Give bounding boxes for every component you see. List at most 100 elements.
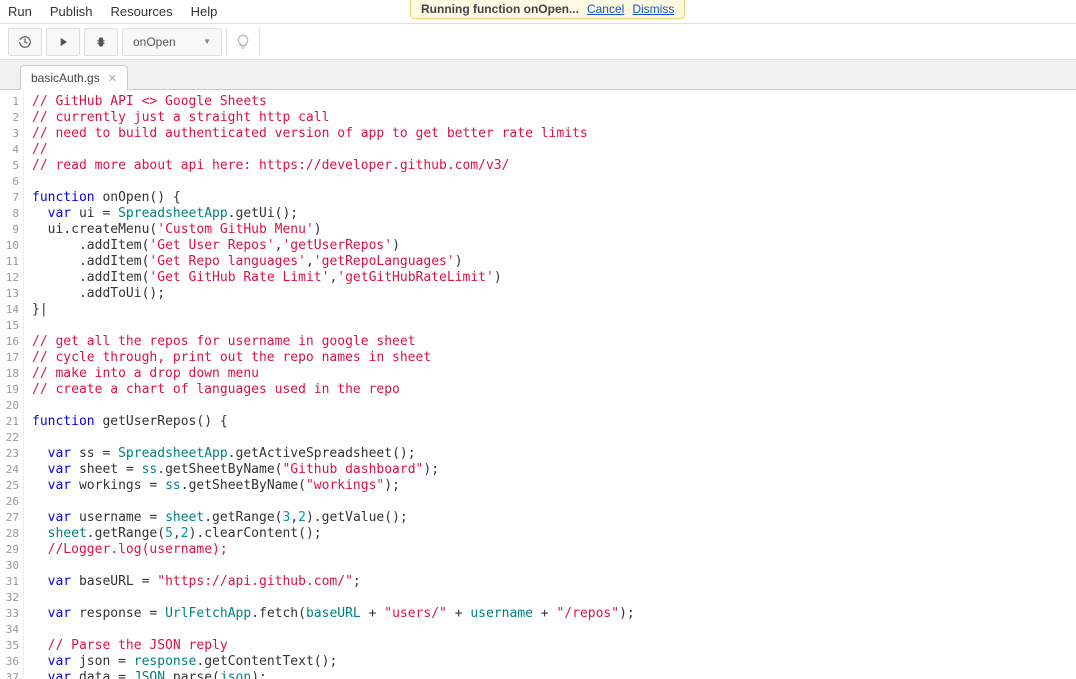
code-line[interactable]: }| [32,302,635,318]
line-number: 3 [0,126,19,142]
code-line[interactable] [32,494,635,510]
code-line[interactable]: .addToUi(); [32,286,635,302]
code-line[interactable]: // need to build authenticated version o… [32,126,635,142]
line-number: 27 [0,510,19,526]
menu-run[interactable]: Run [8,4,32,19]
code-line[interactable]: var baseURL = "https://api.github.com/"; [32,574,635,590]
play-icon [56,35,70,49]
run-button[interactable] [46,28,80,56]
code-line[interactable]: // GitHub API <> Google Sheets [32,94,635,110]
history-button[interactable] [8,28,42,56]
code-line[interactable]: var ui = SpreadsheetApp.getUi(); [32,206,635,222]
line-number: 9 [0,222,19,238]
code-area[interactable]: // GitHub API <> Google Sheets// current… [24,90,635,679]
code-line[interactable] [32,174,635,190]
line-number: 16 [0,334,19,350]
line-number: 32 [0,590,19,606]
line-number: 35 [0,638,19,654]
code-line[interactable]: var workings = ss.getSheetByName("workin… [32,478,635,494]
code-line[interactable]: // get all the repos for username in goo… [32,334,635,350]
close-icon[interactable]: ✕ [108,72,117,85]
code-line[interactable] [32,622,635,638]
editor-tabs: basicAuth.gs ✕ [0,60,1076,90]
menu-resources[interactable]: Resources [111,4,173,19]
line-number: 33 [0,606,19,622]
line-number: 7 [0,190,19,206]
line-number: 31 [0,574,19,590]
code-line[interactable]: function onOpen() { [32,190,635,206]
line-number: 19 [0,382,19,398]
line-number: 23 [0,446,19,462]
toolbar: onOpen ▼ [0,24,1076,60]
code-line[interactable]: // cycle through, print out the repo nam… [32,350,635,366]
debug-button[interactable] [84,28,118,56]
line-number: 30 [0,558,19,574]
line-number: 25 [0,478,19,494]
code-line[interactable] [32,398,635,414]
line-number: 10 [0,238,19,254]
line-number: 8 [0,206,19,222]
line-number: 34 [0,622,19,638]
line-number: 15 [0,318,19,334]
hints-button[interactable] [226,28,260,56]
menu-publish[interactable]: Publish [50,4,93,19]
chevron-down-icon: ▼ [203,37,211,46]
code-editor[interactable]: 1234567891011121314151617181920212223242… [0,90,1076,679]
code-line[interactable]: // create a chart of languages used in t… [32,382,635,398]
bug-icon [94,35,108,49]
line-gutter: 1234567891011121314151617181920212223242… [0,90,24,679]
code-line[interactable]: // currently just a straight http call [32,110,635,126]
code-line[interactable]: .addItem('Get Repo languages','getRepoLa… [32,254,635,270]
code-line[interactable]: .addItem('Get User Repos','getUserRepos'… [32,238,635,254]
code-line[interactable]: var response = UrlFetchApp.fetch(baseURL… [32,606,635,622]
line-number: 22 [0,430,19,446]
lightbulb-icon [235,34,251,50]
code-line[interactable]: var ss = SpreadsheetApp.getActiveSpreads… [32,446,635,462]
line-number: 14 [0,302,19,318]
code-line[interactable] [32,558,635,574]
line-number: 36 [0,654,19,670]
tab-active[interactable]: basicAuth.gs ✕ [20,65,128,90]
notification-message: Running function onOpen... [421,2,579,16]
code-line[interactable] [32,590,635,606]
line-number: 2 [0,110,19,126]
code-line[interactable]: sheet.getRange(5,2).clearContent(); [32,526,635,542]
line-number: 20 [0,398,19,414]
line-number: 6 [0,174,19,190]
code-line[interactable] [32,318,635,334]
line-number: 28 [0,526,19,542]
line-number: 18 [0,366,19,382]
line-number: 29 [0,542,19,558]
line-number: 13 [0,286,19,302]
code-line[interactable]: var username = sheet.getRange(3,2).getVa… [32,510,635,526]
cancel-link[interactable]: Cancel [587,2,624,16]
line-number: 4 [0,142,19,158]
menu-help[interactable]: Help [191,4,218,19]
function-select-value: onOpen [133,35,176,49]
line-number: 11 [0,254,19,270]
code-line[interactable]: // [32,142,635,158]
code-line[interactable]: // read more about api here: https://dev… [32,158,635,174]
line-number: 21 [0,414,19,430]
line-number: 12 [0,270,19,286]
code-line[interactable] [32,430,635,446]
dismiss-link[interactable]: Dismiss [632,2,674,16]
code-line[interactable]: var sheet = ss.getSheetByName("Github da… [32,462,635,478]
code-line[interactable]: function getUserRepos() { [32,414,635,430]
code-line[interactable]: // make into a drop down menu [32,366,635,382]
line-number: 1 [0,94,19,110]
function-select[interactable]: onOpen ▼ [122,28,222,56]
line-number: 5 [0,158,19,174]
line-number: 37 [0,670,19,679]
running-notification: Running function onOpen... Cancel Dismis… [410,0,685,19]
code-line[interactable]: .addItem('Get GitHub Rate Limit','getGit… [32,270,635,286]
code-line[interactable]: ui.createMenu('Custom GitHub Menu') [32,222,635,238]
history-icon [18,35,32,49]
line-number: 24 [0,462,19,478]
line-number: 17 [0,350,19,366]
line-number: 26 [0,494,19,510]
code-line[interactable]: var data = JSON.parse(json); [32,670,635,679]
code-line[interactable]: //Logger.log(username); [32,542,635,558]
code-line[interactable]: var json = response.getContentText(); [32,654,635,670]
code-line[interactable]: // Parse the JSON reply [32,638,635,654]
